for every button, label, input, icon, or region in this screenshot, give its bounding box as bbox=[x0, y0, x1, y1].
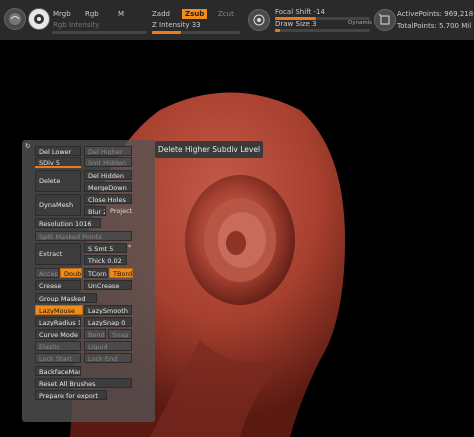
crease-button[interactable]: Crease bbox=[35, 280, 81, 290]
liquid-toggle[interactable]: Liquid bbox=[84, 341, 132, 351]
merge-down-button[interactable]: MergeDown bbox=[84, 182, 132, 192]
snap-toggle[interactable]: Snap bbox=[108, 329, 132, 339]
group-masked-button[interactable]: Group Masked bbox=[35, 293, 97, 303]
sdiv-level-bar bbox=[35, 166, 81, 168]
lazysnap-slider[interactable]: LazySnap 0 bbox=[84, 317, 132, 327]
del-lower-button[interactable]: Del Lower bbox=[35, 146, 81, 156]
prepare-export-button[interactable]: Prepare for export bbox=[35, 390, 107, 400]
m-button[interactable]: M bbox=[118, 10, 124, 18]
close-holes-button[interactable]: Close Holes bbox=[84, 194, 132, 204]
resolution-slider[interactable]: Resolution 1016 bbox=[35, 218, 101, 228]
z-intensity-slider[interactable]: Z Intensity 33 bbox=[152, 21, 201, 29]
tcorne-toggle[interactable]: TCorne bbox=[84, 268, 108, 278]
rgb-button[interactable]: Rgb bbox=[85, 10, 99, 18]
curve-mode-button[interactable]: Curve Mode bbox=[35, 329, 81, 339]
blur-slider[interactable]: Blur 2 bbox=[84, 206, 106, 216]
dynamic-toggle[interactable]: Dynamic bbox=[348, 20, 372, 26]
del-hidden-button[interactable]: Del Hidden bbox=[84, 170, 132, 180]
zadd-button[interactable]: Zadd bbox=[152, 10, 170, 18]
project-toggle[interactable]: Project bbox=[110, 207, 132, 215]
lazysmooth-slider[interactable]: LazySmooth 1 bbox=[84, 305, 132, 315]
draw-size-slider[interactable]: Draw Size 3 bbox=[275, 20, 317, 28]
material-icon[interactable] bbox=[28, 8, 50, 30]
lock-start-toggle[interactable]: Lock Start bbox=[35, 353, 81, 363]
extract-button[interactable]: Extract bbox=[35, 243, 81, 265]
perspective-icon[interactable] bbox=[374, 9, 396, 31]
mrgb-button[interactable]: Mrgb bbox=[53, 10, 71, 18]
z-intensity-track bbox=[152, 31, 240, 34]
dynamesh-button[interactable]: DynaMesh bbox=[35, 194, 81, 216]
uncrease-button[interactable]: UnCrease bbox=[84, 280, 132, 290]
focal-shift-slider[interactable]: Focal Shift -14 bbox=[275, 8, 325, 16]
focal-shift-icon[interactable] bbox=[248, 9, 270, 31]
delete-button[interactable]: Delete bbox=[35, 170, 81, 192]
draw-size-track bbox=[275, 29, 370, 32]
accept-button[interactable]: Accept bbox=[35, 268, 59, 278]
split-masked-button[interactable]: Split Masked Points bbox=[35, 231, 132, 241]
bend-toggle[interactable]: Bend bbox=[84, 329, 106, 339]
s-smt-slider[interactable]: S Smt 5 bbox=[84, 243, 127, 253]
elastic-toggle[interactable]: Elastic bbox=[35, 341, 81, 351]
top-toolbar: Mrgb Rgb M Rgb Intensity Zadd Zsub Zcut … bbox=[0, 0, 474, 40]
lazyradius-slider[interactable]: LazyRadius 1 bbox=[35, 317, 81, 327]
total-points-readout: TotalPoints: 5.700 Mil bbox=[397, 22, 472, 30]
color-sphere-icon[interactable] bbox=[4, 8, 26, 30]
zcut-button[interactable]: Zcut bbox=[218, 10, 234, 18]
zsub-button[interactable]: Zsub bbox=[182, 9, 208, 19]
lock-end-toggle[interactable]: Lock End bbox=[84, 353, 132, 363]
del-higher-button[interactable]: Del Higher bbox=[84, 146, 132, 156]
tooltip: Delete Higher Subdiv Level bbox=[155, 141, 263, 158]
lazymouse-toggle[interactable]: LazyMouse bbox=[35, 305, 83, 315]
double-toggle[interactable]: Double bbox=[60, 268, 82, 278]
rgb-intensity-track bbox=[52, 31, 147, 34]
smt-hidden-button[interactable]: Smt Hidden bbox=[84, 157, 132, 167]
active-points-readout: ActivePoints: 969,218 bbox=[397, 10, 474, 18]
reset-brushes-button[interactable]: Reset All Brushes bbox=[35, 378, 132, 388]
rgb-intensity-slider[interactable]: Rgb Intensity bbox=[53, 21, 99, 29]
thick-slider[interactable]: Thick 0.02 bbox=[84, 255, 127, 265]
s-smt-star-icon: * bbox=[128, 243, 132, 251]
geometry-palette: ↻ Del Lower Del Higher SDiv 5 Smt Hidden… bbox=[22, 140, 155, 422]
backface-mask-toggle[interactable]: BackfaceMask bbox=[35, 366, 81, 376]
tborder-toggle[interactable]: TBorde bbox=[109, 268, 133, 278]
collapse-icon[interactable]: ↻ bbox=[25, 142, 30, 150]
